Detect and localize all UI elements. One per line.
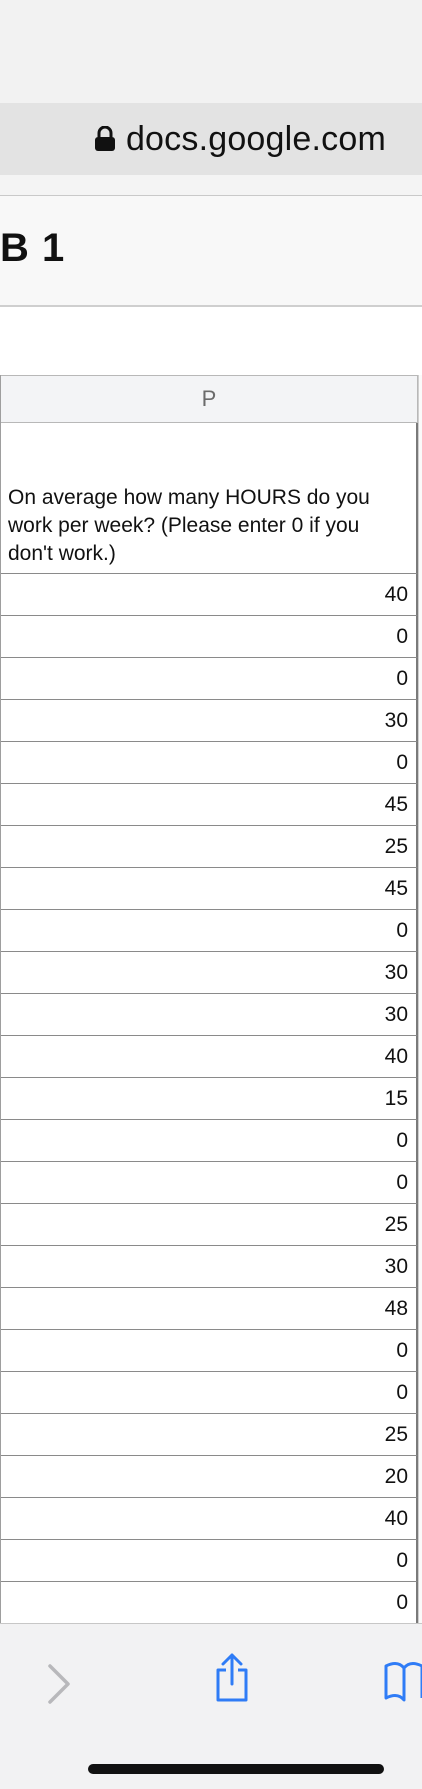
table-row[interactable]: 0 [1,1540,418,1582]
address-bar[interactable]: docs.google.com [0,103,422,175]
table-row[interactable]: 0 [1,1162,418,1204]
lock-icon [94,126,115,151]
sheet-header: B 1 [0,196,422,307]
spreadsheet-grid: P On average how many HOURS do you work … [0,375,418,1624]
adjacent-column-edge [418,375,422,1623]
table-row[interactable]: 40 [1,1498,418,1540]
table-row[interactable]: 0 [1,616,418,658]
table-row[interactable]: 30 [1,1246,418,1288]
table-row[interactable]: 0 [1,910,418,952]
share-icon[interactable] [212,1652,252,1704]
table-row[interactable]: 45 [1,868,418,910]
table-row[interactable]: 25 [1,1204,418,1246]
table-row[interactable]: 0 [1,1120,418,1162]
table-row[interactable]: 48 [1,1288,418,1330]
table-row[interactable]: 30 [1,952,418,994]
question-cell[interactable]: On average how many HOURS do you work pe… [1,423,418,574]
table-row[interactable]: 45 [1,784,418,826]
chevron-right-icon[interactable] [44,1662,74,1706]
table-row[interactable]: 40 [1,574,418,616]
table-row[interactable]: 0 [1,1330,418,1372]
table-row[interactable]: 20 [1,1456,418,1498]
status-area [0,0,422,103]
table-row[interactable]: 30 [1,994,418,1036]
table-row[interactable]: 0 [1,742,418,784]
sheet-title: B 1 [0,226,66,270]
url-text: docs.google.com [125,119,386,158]
table-row[interactable]: 15 [1,1078,418,1120]
table-row[interactable]: 0 [1,1582,418,1624]
book-icon[interactable] [384,1660,422,1704]
table-row[interactable]: 0 [1,658,418,700]
table-row[interactable]: 40 [1,1036,418,1078]
table-row[interactable]: 25 [1,1414,418,1456]
table-row[interactable]: 25 [1,826,418,868]
table-row[interactable]: 30 [1,700,418,742]
divider [0,175,422,196]
column-header-p[interactable]: P [1,375,418,423]
table-row[interactable]: 0 [1,1372,418,1414]
home-indicator [88,1764,384,1774]
